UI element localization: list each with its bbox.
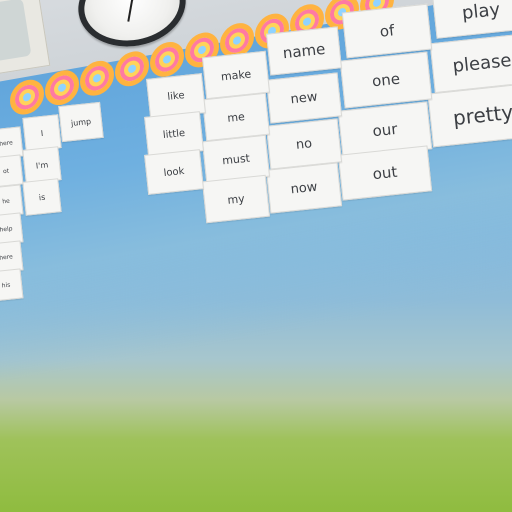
word-card-text: jump xyxy=(70,116,92,128)
word-card-text: his xyxy=(1,281,11,289)
word-card-text: I xyxy=(40,128,44,138)
word-card: one xyxy=(339,51,433,109)
word-card-text: now xyxy=(289,179,319,197)
word-card: make xyxy=(201,50,271,100)
word-card-text: ot xyxy=(2,167,10,175)
rainbow-border-arc xyxy=(115,48,149,90)
word-card-text: like xyxy=(166,89,186,103)
word-card-text: new xyxy=(289,89,319,107)
word-card-text: no xyxy=(295,135,313,153)
word-card: me xyxy=(201,92,271,142)
word-card-text: me xyxy=(226,109,246,125)
word-card: name xyxy=(266,26,342,76)
rainbow-border-arc xyxy=(80,57,114,99)
word-card: no xyxy=(265,118,343,170)
word-card-text: he xyxy=(1,197,11,205)
word-card: is xyxy=(22,178,62,216)
word-card-text: please xyxy=(451,49,512,77)
word-card: of xyxy=(341,3,433,59)
word-card: out xyxy=(337,145,433,201)
word-card-text: I'm xyxy=(35,159,49,171)
classroom-photo: play please pretty of one our out name n… xyxy=(0,0,512,512)
word-card-text: out xyxy=(371,162,399,184)
word-card-text: play xyxy=(460,0,502,24)
word-card-text: here xyxy=(0,252,14,262)
word-card: please xyxy=(429,32,512,94)
word-card-text: look xyxy=(163,165,185,179)
word-card-text: of xyxy=(378,21,396,41)
word-card-text: our xyxy=(371,119,399,141)
word-card: jump xyxy=(58,101,104,143)
word-card-text: here xyxy=(0,138,14,148)
word-card: pretty xyxy=(427,82,512,148)
word-card: ot xyxy=(0,154,24,188)
word-card-text: pretty xyxy=(451,99,512,131)
word-card: now xyxy=(265,162,343,214)
rainbow-border-arc xyxy=(150,38,184,80)
word-card-text: my xyxy=(226,191,246,207)
word-card-text: must xyxy=(221,151,251,167)
word-card-text: help xyxy=(0,224,13,234)
word-card-text: one xyxy=(371,69,401,91)
word-card: new xyxy=(265,72,343,124)
word-card: look xyxy=(144,149,204,195)
word-card-text: is xyxy=(38,192,46,202)
word-card: my xyxy=(201,174,271,224)
word-card: his xyxy=(0,268,24,302)
word-card-text: name xyxy=(281,39,327,63)
word-card-text: little xyxy=(162,127,186,141)
word-card-text: make xyxy=(220,66,252,84)
